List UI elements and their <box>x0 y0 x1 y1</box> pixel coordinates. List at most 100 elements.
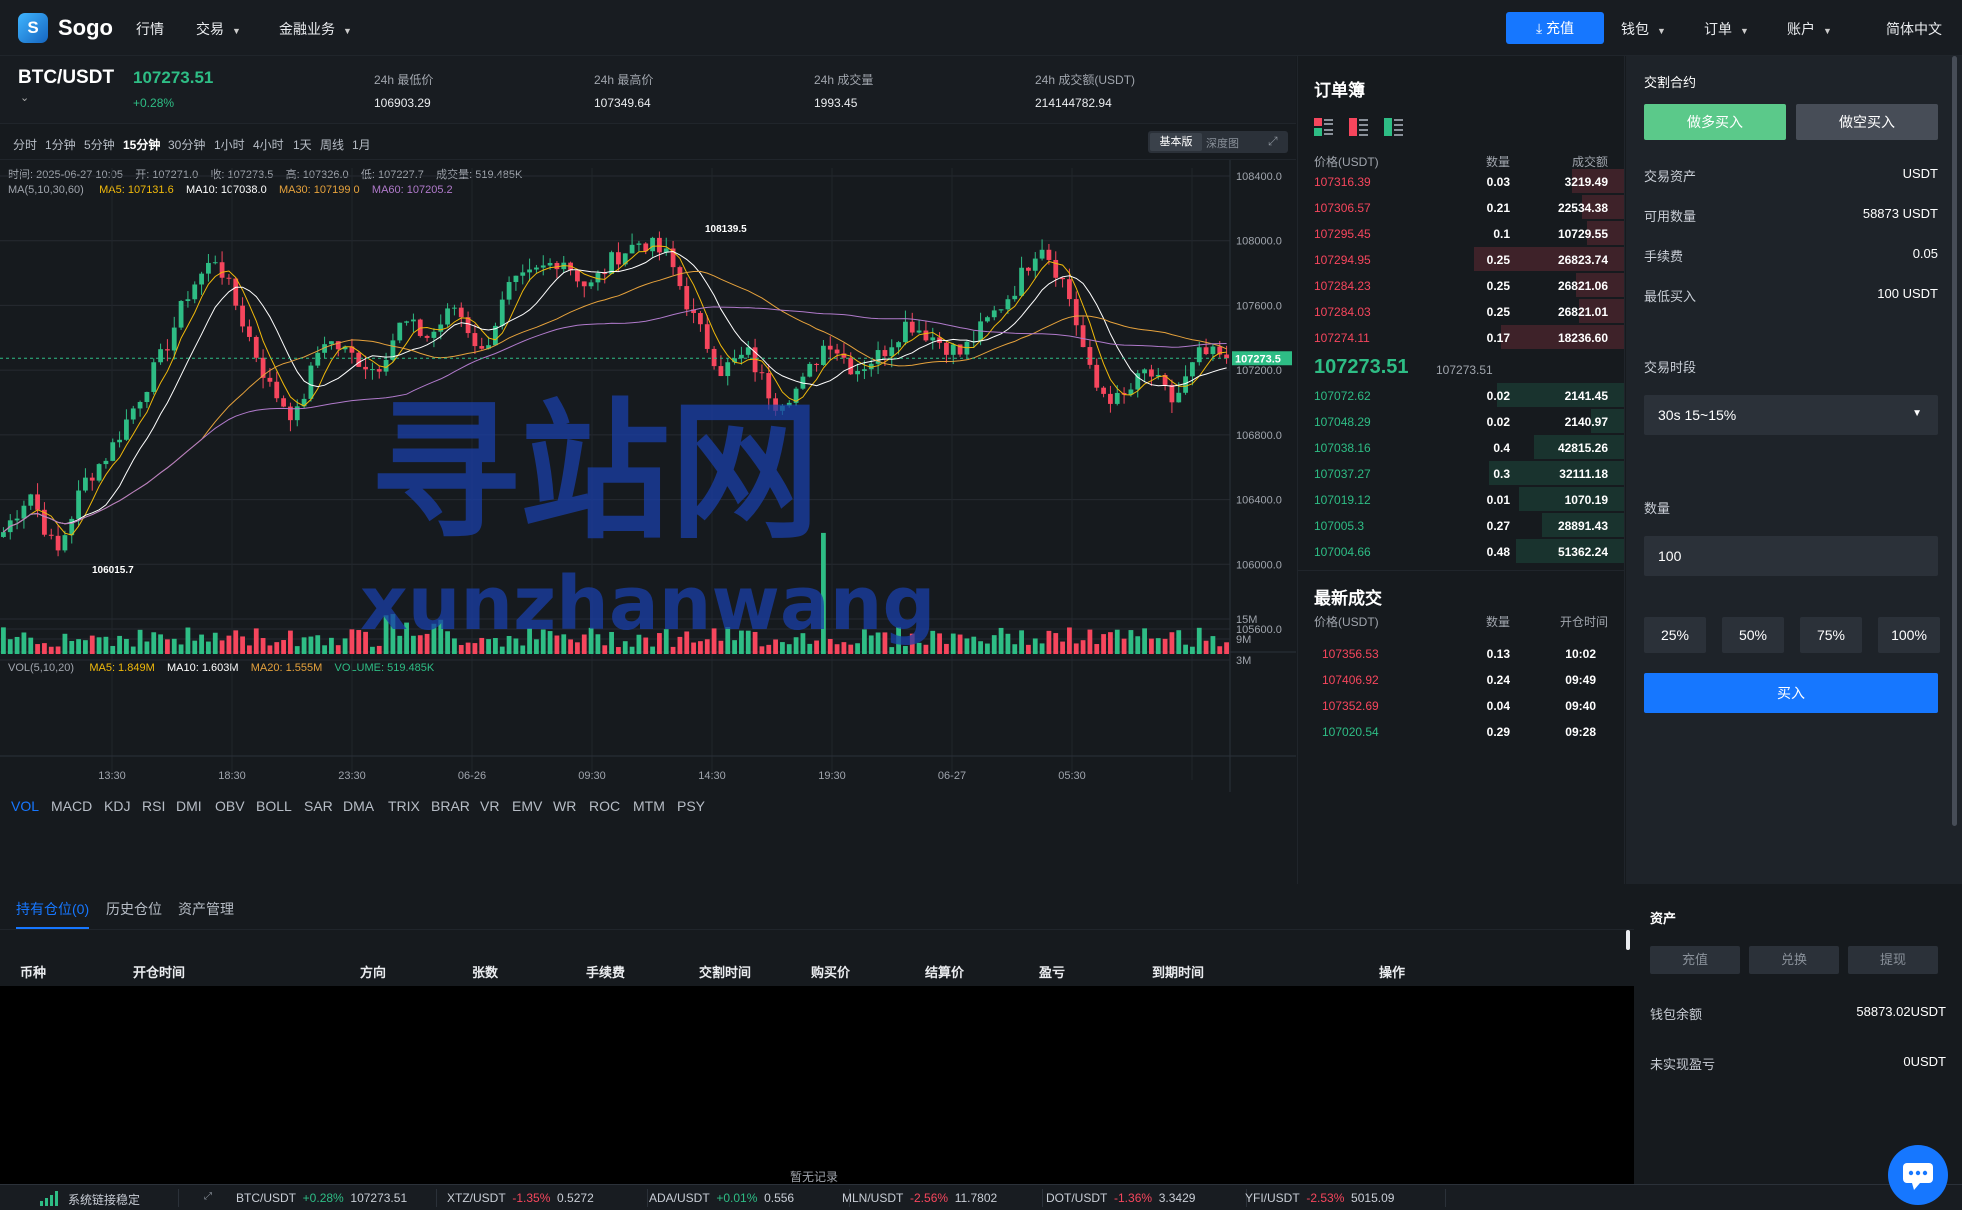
pin-icon[interactable]: ⤢ <box>204 1191 212 1202</box>
sogo-logo-icon[interactable]: S <box>18 13 48 43</box>
ask-row[interactable]: 107316.39 0.03 3219.49 <box>1298 168 1624 194</box>
trade-time: 10:02 <box>1565 647 1596 661</box>
indicator-vr[interactable]: VR <box>480 798 499 814</box>
nav-finance[interactable]: 金融业务 ▼ <box>279 19 352 39</box>
fullscreen-icon[interactable]: ⤢ <box>1268 134 1278 149</box>
col-header: 盈亏 <box>1039 965 1066 980</box>
brand-name[interactable]: Sogo <box>58 15 113 41</box>
indicator-rsi[interactable]: RSI <box>142 798 165 814</box>
scrollbar[interactable] <box>1952 56 1957 826</box>
scrollbar[interactable] <box>1626 930 1630 950</box>
pct-100-button[interactable]: 100% <box>1878 617 1940 653</box>
tab-history[interactable]: 历史仓位 <box>106 899 162 919</box>
indicator-dmi[interactable]: DMI <box>176 798 202 814</box>
bid-row[interactable]: 107037.27 0.3 32111.18 <box>1298 460 1624 486</box>
volume-bar <box>335 645 341 654</box>
language-switch[interactable]: 简体中文 <box>1886 19 1942 39</box>
pct-50-button[interactable]: 50% <box>1722 617 1784 653</box>
indicator-macd[interactable]: MACD <box>51 798 92 814</box>
chat-button[interactable] <box>1888 1145 1948 1205</box>
status-ticker[interactable]: ADA/USDT +0.01% 0.556 <box>649 1191 794 1205</box>
tf-week[interactable]: 周线 <box>320 136 344 153</box>
tf-1d[interactable]: 1天 <box>293 136 312 153</box>
mode-depth-button[interactable]: 深度图 <box>1206 135 1239 151</box>
asset-recharge-button[interactable]: 充值 <box>1650 946 1740 974</box>
indicator-mtm[interactable]: MTM <box>633 798 665 814</box>
nav-account[interactable]: 账户 ▼ <box>1787 19 1832 39</box>
pct-25-button[interactable]: 25% <box>1644 617 1706 653</box>
status-ticker[interactable]: DOT/USDT -1.36% 3.3429 <box>1046 1191 1195 1205</box>
candlestick-chart[interactable]: 108400.0 108000.0 107600.0 107200.0 106800.0… <box>0 160 1296 792</box>
orderbook-both-icon[interactable] <box>1314 118 1334 136</box>
nav-orders[interactable]: 订单 ▼ <box>1704 19 1749 39</box>
indicator-roc[interactable]: ROC <box>589 798 620 814</box>
volume-bar <box>288 630 293 654</box>
orderbook-bids-icon[interactable] <box>1384 118 1404 136</box>
indicator-obv[interactable]: OBV <box>215 798 245 814</box>
tab-open-positions[interactable]: 持有仓位(0) <box>16 899 90 929</box>
indicator-emv[interactable]: EMV <box>512 798 542 814</box>
tf-month[interactable]: 1月 <box>352 136 371 153</box>
volume-bar <box>588 627 594 654</box>
volume-bar <box>363 631 368 654</box>
candle-body <box>199 273 204 285</box>
candle-body <box>848 357 854 375</box>
tf-15m[interactable]: 15分钟 <box>123 136 160 153</box>
tab-asset-management[interactable]: 资产管理 <box>178 899 234 919</box>
ask-row[interactable]: 107306.57 0.21 22534.38 <box>1298 194 1624 220</box>
asset-exchange-button[interactable]: 兑换 <box>1749 946 1839 974</box>
volume-bar <box>554 635 560 654</box>
indicator-dma[interactable]: DMA <box>343 798 374 814</box>
pair-selector[interactable]: BTC/USDT <box>18 67 114 89</box>
mode-basic-button[interactable]: 基本版 <box>1150 133 1202 151</box>
indicator-boll[interactable]: BOLL <box>256 798 292 814</box>
tf-1h[interactable]: 1小时 <box>214 136 245 153</box>
status-ticker[interactable]: XTZ/USDT -1.35% 0.5272 <box>447 1191 594 1205</box>
ask-row[interactable]: 107284.23 0.25 26821.06 <box>1298 272 1624 298</box>
asset-withdraw-button[interactable]: 提现 <box>1848 946 1938 974</box>
volume-bar <box>581 634 587 654</box>
period-select[interactable]: 30s 15~15% ▼ <box>1644 395 1938 435</box>
bid-row[interactable]: 107072.62 0.02 2141.45 <box>1298 382 1624 408</box>
short-buy-button[interactable]: 做空买入 <box>1796 104 1938 140</box>
indicator-sar[interactable]: SAR <box>304 798 333 814</box>
chevron-down-icon[interactable]: ⌄ <box>20 91 29 104</box>
candle-body <box>499 299 505 326</box>
tf-timeline[interactable]: 分时 <box>13 136 37 153</box>
qty-input[interactable]: 100 <box>1644 536 1938 576</box>
status-ticker[interactable]: MLN/USDT -2.56% 11.7802 <box>842 1191 997 1205</box>
ask-total: 26821.01 <box>1557 305 1608 319</box>
tf-1m[interactable]: 1分钟 <box>45 136 76 153</box>
indicator-trix[interactable]: TRIX <box>388 798 420 814</box>
bid-row[interactable]: 107048.29 0.02 2140.97 <box>1298 408 1624 434</box>
indicator-brar[interactable]: BRAR <box>431 798 470 814</box>
tf-4h[interactable]: 4小时 <box>253 136 284 153</box>
candle-body <box>896 342 901 348</box>
pct-75-button[interactable]: 75% <box>1800 617 1862 653</box>
bid-row[interactable]: 107019.12 0.01 1070.19 <box>1298 486 1624 512</box>
ask-row[interactable]: 107295.45 0.1 10729.55 <box>1298 220 1624 246</box>
ask-row[interactable]: 107284.03 0.25 26821.01 <box>1298 298 1624 324</box>
indicator-wr[interactable]: WR <box>553 798 576 814</box>
nav-wallet[interactable]: 钱包 ▼ <box>1621 19 1666 39</box>
indicator-psy[interactable]: PSY <box>677 798 705 814</box>
tf-30m[interactable]: 30分钟 <box>168 136 205 153</box>
volume-bar <box>1155 638 1161 654</box>
status-ticker[interactable]: BTC/USDT +0.28% 107273.51 <box>236 1191 407 1205</box>
indicator-kdj[interactable]: KDJ <box>104 798 130 814</box>
indicator-vol[interactable]: VOL <box>11 798 39 814</box>
bid-row[interactable]: 107004.66 0.48 51362.24 <box>1298 538 1624 564</box>
buy-button[interactable]: 买入 <box>1644 673 1938 713</box>
bid-row[interactable]: 107005.3 0.27 28891.43 <box>1298 512 1624 538</box>
orderbook-asks-icon[interactable] <box>1349 118 1369 136</box>
nav-market[interactable]: 行情 <box>136 19 164 39</box>
ask-row[interactable]: 107274.11 0.17 18236.60 <box>1298 324 1624 350</box>
ask-row[interactable]: 107294.95 0.25 26823.74 <box>1298 246 1624 272</box>
tf-5m[interactable]: 5分钟 <box>84 136 115 153</box>
long-buy-button[interactable]: 做多买入 <box>1644 104 1786 140</box>
bid-row[interactable]: 107038.16 0.4 42815.26 <box>1298 434 1624 460</box>
status-ticker[interactable]: YFI/USDT -2.53% 5015.09 <box>1245 1191 1394 1205</box>
y-tick: 106400.0 <box>1236 495 1282 507</box>
recharge-button[interactable]: ⤓ 充值 <box>1506 12 1604 44</box>
nav-trade[interactable]: 交易 ▼ <box>196 19 241 39</box>
